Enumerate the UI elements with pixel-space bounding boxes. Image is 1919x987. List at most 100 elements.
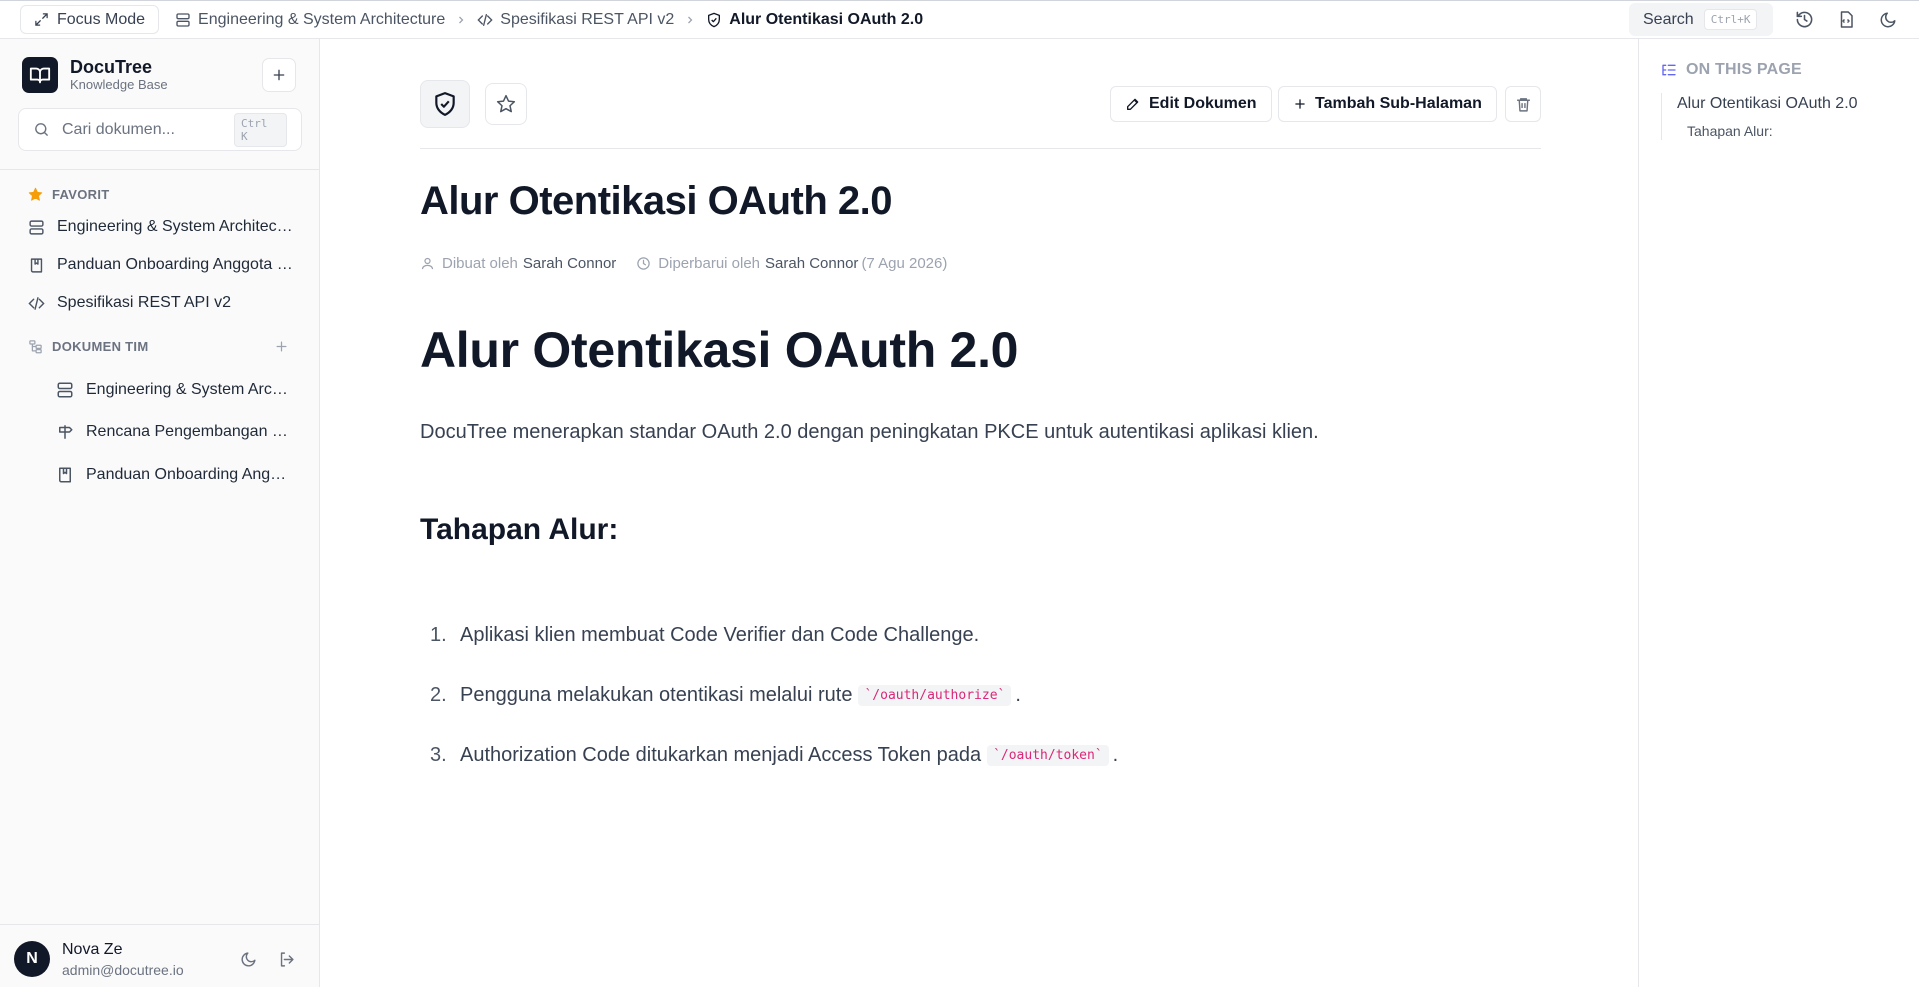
team-doc-label: Engineering & System Architecture [86,381,294,398]
list-text: Authorization Code ditukarkan menjadi Ac… [460,744,982,766]
team-docs-header: DOKUMEN TIM [28,339,148,354]
sidebar: DocuTree Knowledge Base Ctrl K FAVORIT E… [0,39,320,987]
book-icon [28,257,45,274]
team-doc-roadmap[interactable]: Rencana Pengembangan Produk [56,423,294,441]
list-number: 2. [430,684,447,706]
divider [420,148,1541,149]
user-name: Nova Ze [62,941,123,958]
delete-button[interactable] [1505,86,1541,122]
moon-icon[interactable] [1877,9,1899,31]
favorite-button[interactable] [485,83,527,125]
toc-header: ON THIS PAGE [1661,61,1802,79]
list-number: 1. [430,624,447,646]
divider [0,169,320,170]
search-label: Search [1643,10,1694,28]
table-of-contents: ON THIS PAGE Alur Otentikasi OAuth 2.0 T… [1638,39,1919,987]
tree-icon [28,339,43,354]
global-search-button[interactable]: Search Ctrl+K [1629,3,1773,36]
chevron-right-icon [684,14,696,26]
updated-by: Sarah Connor [765,255,859,272]
breadcrumb-rest-api[interactable]: Spesifikasi REST API v2 [477,11,674,29]
inline-code: `/oauth/authorize` [858,685,1012,706]
list-item: 2. Pengguna melakukan otentikasi melalui… [430,684,1021,707]
user-icon [420,256,442,271]
shield-check-icon[interactable] [420,80,470,128]
favorite-item-engineering[interactable]: Engineering & System Architecture [28,218,294,236]
server-icon [56,381,74,399]
toc-item[interactable]: Alur Otentikasi OAuth 2.0 [1677,95,1858,113]
shield-check-icon [706,12,722,28]
server-icon [175,12,191,28]
clock-icon [636,256,658,271]
list-text: Pengguna melakukan otentikasi melalui ru… [460,684,853,706]
toc-title: ON THIS PAGE [1686,61,1802,78]
content-paragraph: DocuTree menerapkan standar OAuth 2.0 de… [420,421,1319,443]
created-by: Sarah Connor [522,255,617,272]
favorite-item-rest-api[interactable]: Spesifikasi REST API v2 [28,294,294,312]
history-icon[interactable] [1793,9,1815,31]
team-doc-onboarding[interactable]: Panduan Onboarding Anggota Baru [56,466,294,484]
signpost-icon [56,423,74,441]
star-icon [28,187,43,202]
brand-subtitle: Knowledge Base [70,77,168,92]
chevron-right-icon [455,14,467,26]
favorite-item-onboarding[interactable]: Panduan Onboarding Anggota Baru [28,256,294,274]
breadcrumb-engineering[interactable]: Engineering & System Architecture [175,11,445,29]
book-open-icon [22,57,58,93]
inline-code: `/oauth/token` [987,745,1109,766]
brand-name: DocuTree [70,57,153,77]
main-content: Edit Dokumen Tambah Sub-Halaman Alur Ote… [320,39,1638,987]
list-item: 3. Authorization Code ditukarkan menjadi… [430,744,1118,767]
content-heading-1: Alur Otentikasi OAuth 2.0 [420,322,1019,378]
team-doc-label: Rencana Pengembangan Produk [86,423,294,440]
page-title: Alur Otentikasi OAuth 2.0 [420,179,893,223]
top-bar: Focus Mode Engineering & System Architec… [0,0,1919,39]
list-text-end: . [1112,744,1119,766]
file-code-icon[interactable] [1835,9,1857,31]
team-doc-engineering[interactable]: Engineering & System Architecture [56,381,294,399]
breadcrumb-label: Spesifikasi REST API v2 [500,10,675,28]
team-docs-title: DOKUMEN TIM [52,339,149,354]
favorite-item-label: Spesifikasi REST API v2 [57,294,231,311]
plus-icon [1293,97,1307,111]
toc-indent-line [1661,93,1662,140]
created-prefix: Dibuat oleh [442,255,518,272]
new-document-button[interactable] [262,58,296,92]
plus-icon [271,67,287,83]
updated-date: (7 Agu 2026) [861,255,948,272]
list-tree-icon [1661,62,1677,78]
favorite-item-label: Engineering & System Architecture [57,218,294,235]
pencil-icon [1125,96,1141,112]
list-text: Aplikasi klien membuat Code Verifier dan… [460,624,980,646]
breadcrumb-current[interactable]: Alur Otentikasi OAuth 2.0 [706,11,923,29]
trash-icon [1515,96,1532,113]
breadcrumb-label: Engineering & System Architecture [198,10,446,28]
add-team-doc-icon[interactable] [274,339,289,354]
focus-mode-button[interactable]: Focus Mode [20,5,160,34]
code-icon [477,12,493,28]
favorites-title: FAVORIT [52,187,110,202]
server-icon [28,219,45,236]
search-icon [33,121,50,138]
search-input[interactable] [62,120,222,139]
edit-label: Edit Dokumen [1149,95,1257,112]
list-text-end: . [1015,684,1021,706]
user-email: admin@docutree.io [62,962,184,978]
brand[interactable]: DocuTree Knowledge Base [22,57,168,93]
updated-prefix: Diperbarui oleh [658,255,761,272]
search-shortcut: Ctrl K [234,112,287,147]
avatar[interactable]: N [14,941,50,977]
document-meta: Dibuat oleh Sarah Connor Diperbarui oleh… [420,255,947,272]
add-subpage-button[interactable]: Tambah Sub-Halaman [1278,86,1497,122]
edit-document-button[interactable]: Edit Dokumen [1110,86,1272,122]
book-icon [56,466,74,484]
logout-icon[interactable] [278,951,295,968]
toc-subitem[interactable]: Tahapan Alur: [1687,123,1773,139]
list-item: 1. Aplikasi klien membuat Code Verifier … [430,624,979,647]
team-doc-label: Panduan Onboarding Anggota Baru [86,466,294,483]
favorite-item-label: Panduan Onboarding Anggota Baru [57,256,294,273]
star-icon [496,94,516,114]
sidebar-search[interactable]: Ctrl K [18,108,302,151]
moon-icon[interactable] [240,951,257,968]
favorites-header: FAVORIT [28,187,109,202]
